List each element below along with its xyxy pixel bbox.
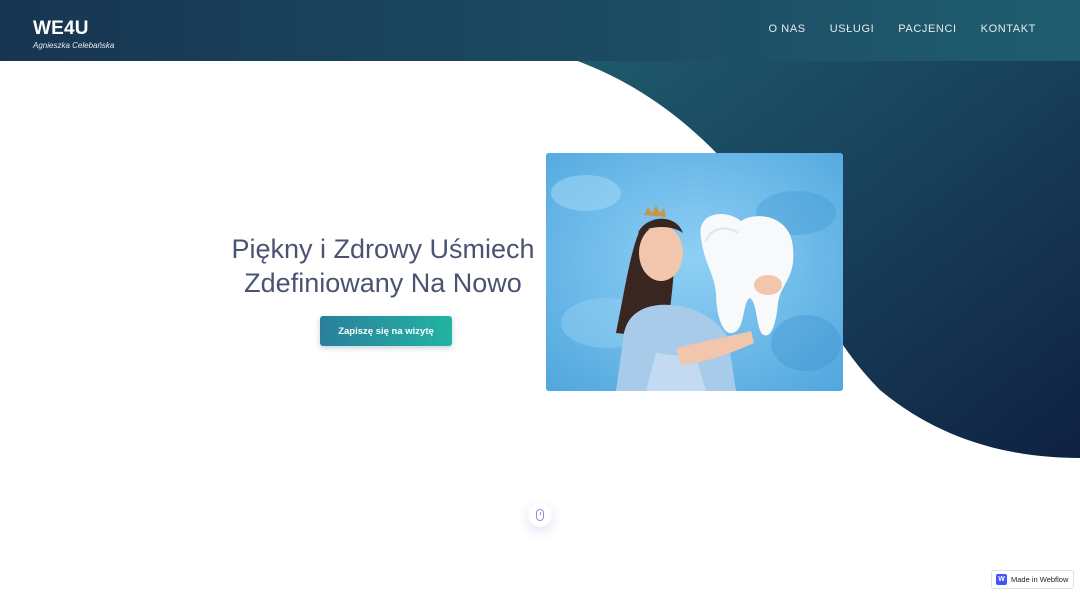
webflow-logo-icon: W	[996, 574, 1007, 585]
brand-title: WE4U	[33, 18, 89, 39]
book-appointment-button[interactable]: Zapiszę się na wizytę	[320, 316, 452, 346]
nav-item-o-nas[interactable]: O NAS	[768, 23, 805, 35]
brand[interactable]: WE4U Agnieszka Celebańska	[33, 19, 114, 52]
hero-photo	[546, 153, 843, 391]
main-nav: O NAS USŁUGI PACJENCI KONTAKT	[768, 23, 1036, 35]
nav-item-uslugi[interactable]: USŁUGI	[830, 23, 875, 35]
brand-subtitle: Agnieszka Celebańska	[33, 41, 115, 50]
header: WE4U Agnieszka Celebańska O NAS USŁUGI P…	[0, 0, 1080, 61]
hero-title: Piękny i Zdrowy Uśmiech Zdefiniowany Na …	[218, 232, 548, 300]
made-in-webflow-badge[interactable]: W Made in Webflow	[991, 570, 1074, 589]
scroll-down-button[interactable]	[528, 503, 552, 527]
hero-title-line-2: Zdefiniowany Na Nowo	[244, 268, 522, 298]
mouse-icon	[536, 509, 544, 521]
badge-text: Made in Webflow	[1011, 575, 1069, 584]
nav-item-pacjenci[interactable]: PACJENCI	[898, 23, 956, 35]
nav-item-kontakt[interactable]: KONTAKT	[981, 23, 1036, 35]
page: WE4U Agnieszka Celebańska O NAS USŁUGI P…	[0, 0, 1080, 595]
hero-title-line-1: Piękny i Zdrowy Uśmiech	[231, 234, 535, 264]
